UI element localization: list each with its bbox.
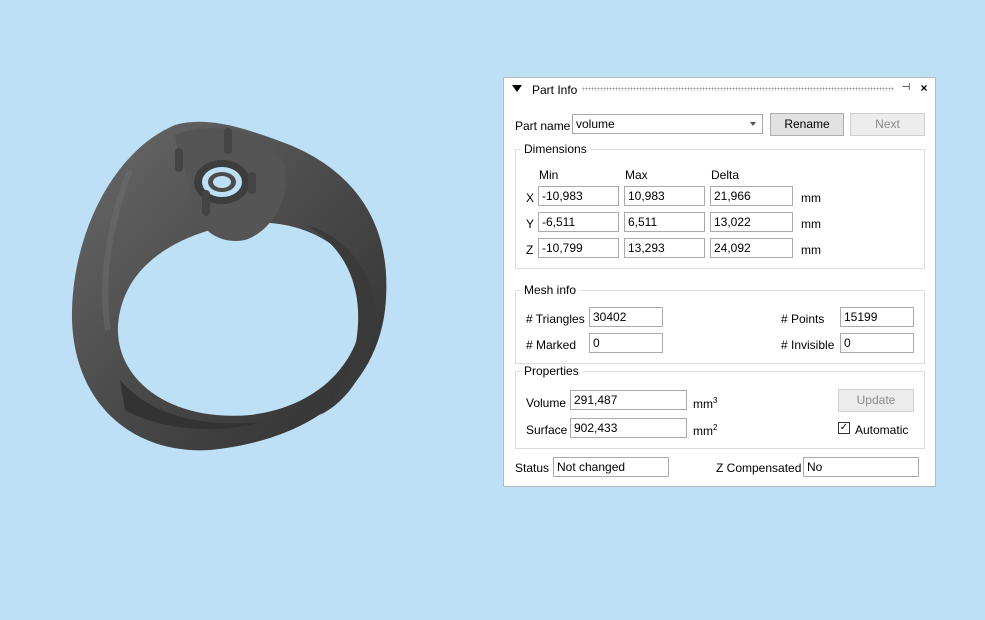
- z-max-field[interactable]: 13,293: [624, 238, 705, 258]
- axis-z-label: Z: [526, 243, 534, 257]
- part-info-panel: Part Info ⊣ × Part name volume Rename Ne…: [503, 77, 936, 487]
- automatic-label: Automatic: [855, 423, 909, 437]
- surface-label: Surface: [526, 423, 568, 437]
- col-delta-header: Delta: [711, 168, 740, 182]
- close-icon[interactable]: ×: [918, 81, 930, 95]
- status-label: Status: [515, 461, 550, 475]
- points-label: # Points: [781, 312, 825, 326]
- x-min-field[interactable]: -10,983: [538, 186, 619, 206]
- panel-title: Part Info: [532, 83, 578, 97]
- marked-label: # Marked: [526, 338, 577, 352]
- pin-icon[interactable]: ⊣: [900, 82, 912, 94]
- panel-titlebar[interactable]: Part Info ⊣ ×: [504, 78, 935, 100]
- z-delta-field[interactable]: 24,092: [710, 238, 793, 258]
- volume-field[interactable]: 291,487: [570, 390, 687, 410]
- axis-y-label: Y: [526, 217, 535, 231]
- collapse-arrow-icon[interactable]: [512, 85, 522, 92]
- x-unit-label: mm: [801, 191, 821, 205]
- triangles-field[interactable]: 30402: [589, 307, 663, 327]
- y-min-field[interactable]: -6,511: [538, 212, 619, 232]
- volume-label: Volume: [526, 396, 567, 410]
- col-max-header: Max: [625, 168, 648, 182]
- properties-title: Properties: [520, 364, 583, 378]
- part-name-dropdown[interactable]: volume: [572, 114, 763, 134]
- invisible-field[interactable]: 0: [840, 333, 914, 353]
- x-delta-field[interactable]: 21,966: [710, 186, 793, 206]
- part-name-value: volume: [576, 117, 615, 131]
- volume-unit: mm3: [693, 396, 718, 411]
- triangles-label: # Triangles: [526, 312, 585, 326]
- next-button[interactable]: Next: [850, 113, 925, 136]
- ring-model[interactable]: [60, 110, 400, 460]
- status-field[interactable]: Not changed: [553, 457, 669, 477]
- col-min-header: Min: [539, 168, 559, 182]
- invisible-label: # Invisible: [781, 338, 835, 352]
- marked-field[interactable]: 0: [589, 333, 663, 353]
- surface-unit: mm2: [693, 423, 718, 438]
- y-max-field[interactable]: 6,511: [624, 212, 705, 232]
- automatic-checkbox[interactable]: ✓: [838, 422, 850, 434]
- z-compensated-label: Z Compensated: [716, 461, 802, 475]
- update-button[interactable]: Update: [838, 389, 914, 412]
- y-delta-field[interactable]: 13,022: [710, 212, 793, 232]
- dimensions-title: Dimensions: [520, 142, 591, 156]
- points-field[interactable]: 15199: [840, 307, 914, 327]
- checkmark-icon: ✓: [839, 422, 849, 433]
- z-unit-label: mm: [801, 243, 821, 257]
- z-compensated-field[interactable]: No: [803, 457, 919, 477]
- part-name-label: Part name: [515, 119, 571, 133]
- mesh-info-title: Mesh info: [520, 283, 581, 297]
- rename-button[interactable]: Rename: [770, 113, 844, 136]
- x-max-field[interactable]: 10,983: [624, 186, 705, 206]
- surface-field[interactable]: 902,433: [570, 418, 687, 438]
- axis-x-label: X: [526, 191, 535, 205]
- chevron-down-icon: [750, 122, 756, 126]
- y-unit-label: mm: [801, 217, 821, 231]
- drag-grip[interactable]: [582, 87, 894, 91]
- z-min-field[interactable]: -10,799: [538, 238, 619, 258]
